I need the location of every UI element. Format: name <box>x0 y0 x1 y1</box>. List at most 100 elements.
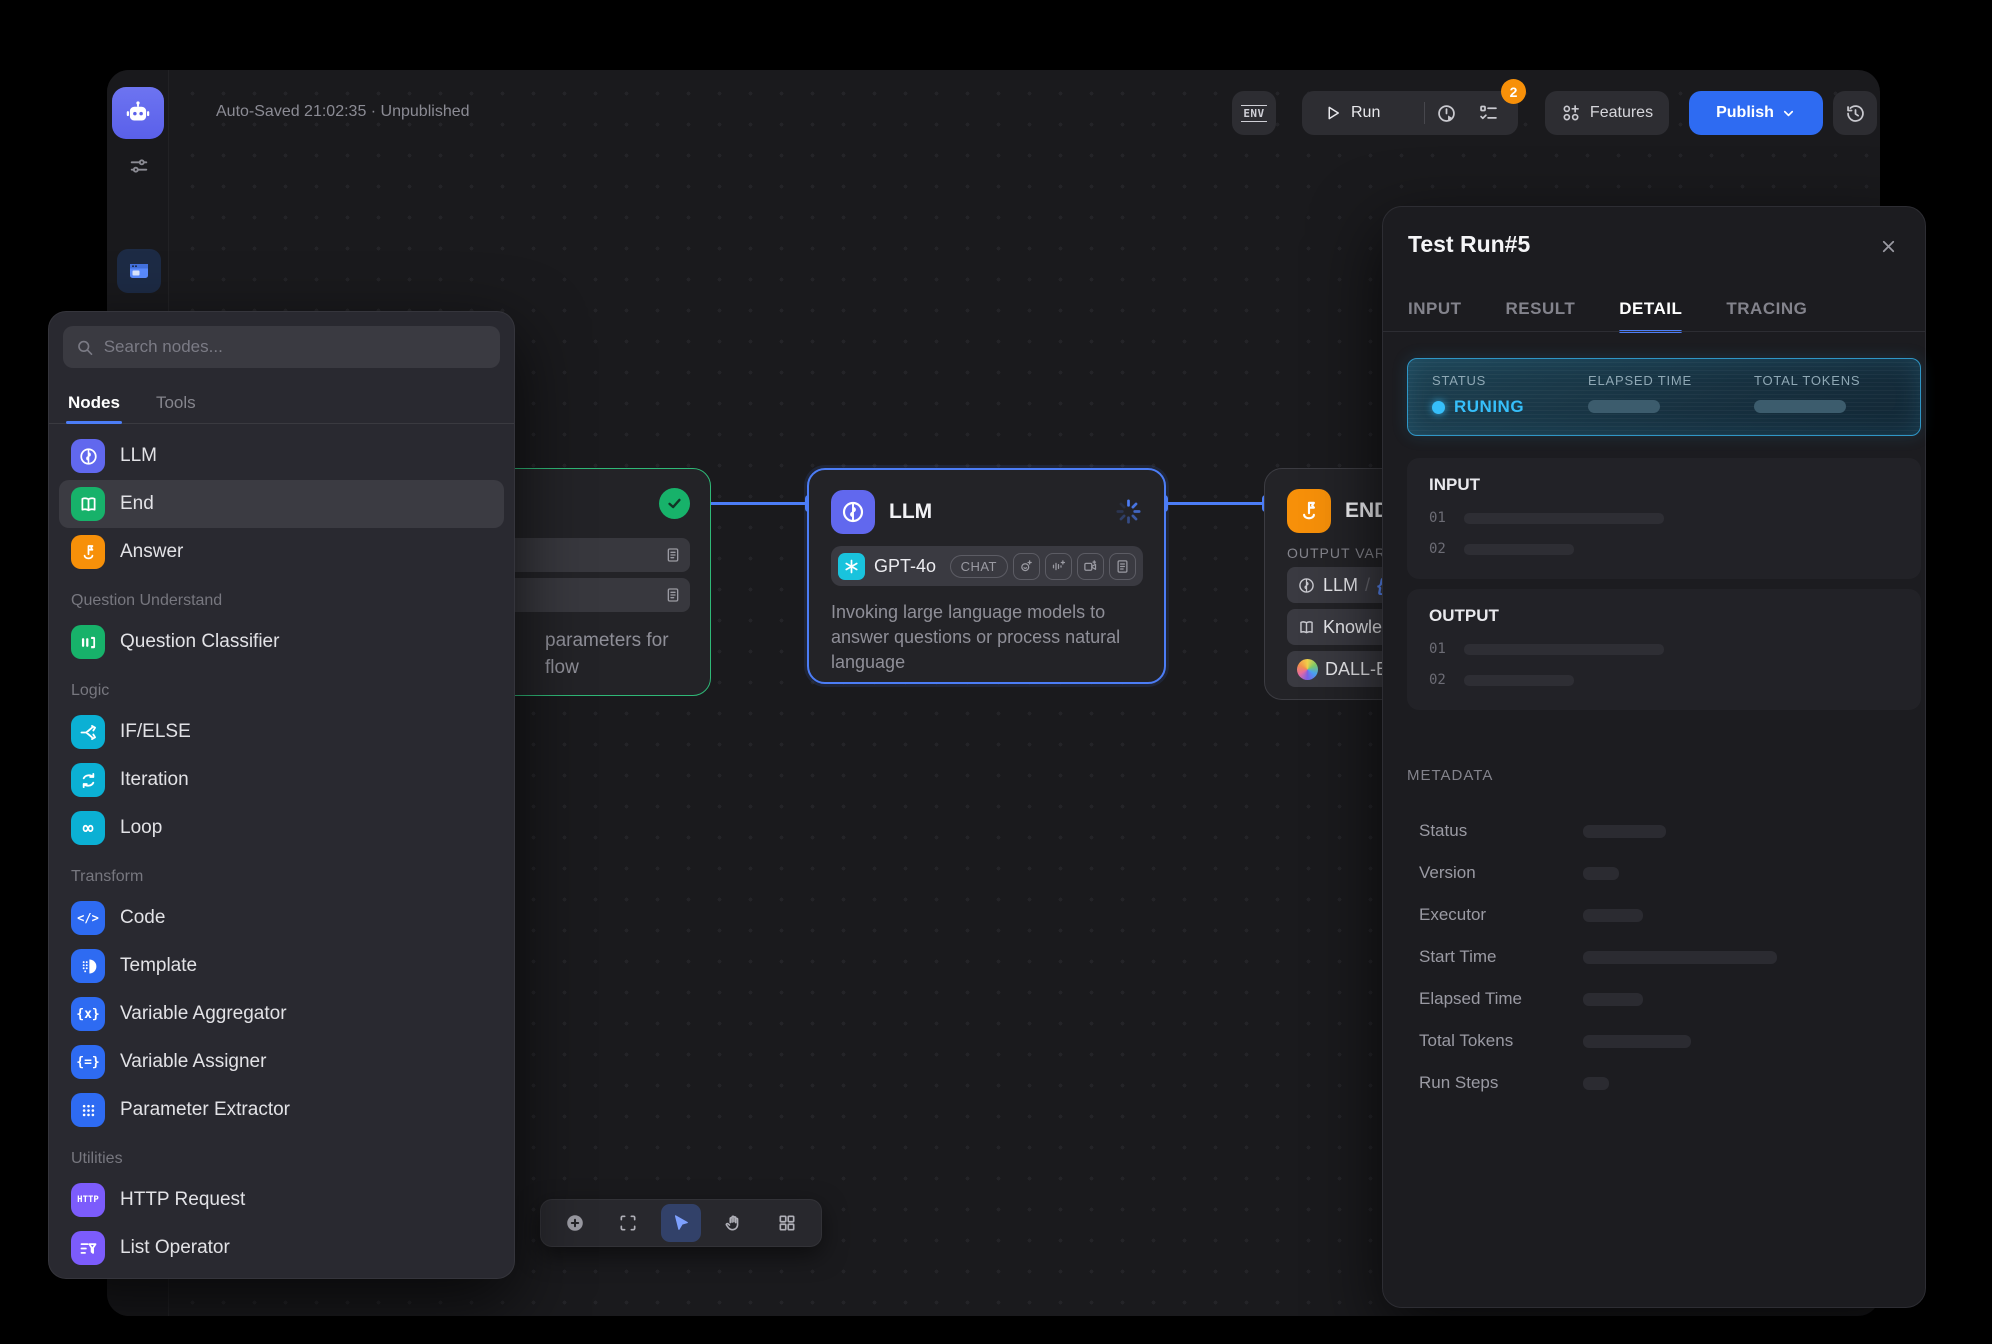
metadata-row: Start Time <box>1419 936 1901 978</box>
node-item-variable-assigner[interactable]: {=} Variable Assigner <box>59 1038 504 1086</box>
node-item-llm[interactable]: LLM <box>59 432 504 480</box>
node-item-label: End <box>120 493 154 515</box>
preferences-sliders-icon[interactable] <box>117 144 161 188</box>
run-panel-tabs: INPUT RESULT DETAIL TRACING <box>1408 299 1807 333</box>
run-button[interactable]: Run <box>1302 104 1424 122</box>
canvas-toolbar <box>540 1199 822 1247</box>
robot-app-icon[interactable] <box>112 87 164 139</box>
value-skeleton <box>1583 993 1643 1006</box>
autosave-status: Auto-Saved 21:02:35 · Unpublished <box>216 103 470 121</box>
node-item-http-request[interactable]: HTTP HTTP Request <box>59 1176 504 1224</box>
node-panel-tabs: Nodes Tools <box>49 382 514 424</box>
value-skeleton <box>1583 1077 1609 1090</box>
node-item-variable-aggregator[interactable]: {x} Variable Aggregator <box>59 990 504 1038</box>
node-item-parameter-extractor[interactable]: Parameter Extractor <box>59 1086 504 1134</box>
start-node-description: parameters for flow <box>545 627 669 681</box>
run-button-group: Run <box>1302 91 1518 135</box>
node-item-label: IF/ELSE <box>120 721 191 743</box>
metadata-label: Total Tokens <box>1419 1031 1583 1051</box>
chip-label: LLM <box>1323 575 1358 596</box>
tab-input[interactable]: INPUT <box>1408 299 1462 333</box>
search-input[interactable] <box>104 337 487 357</box>
value-skeleton <box>1583 867 1619 880</box>
chat-mode-badge: CHAT <box>950 555 1008 578</box>
running-spinner-icon <box>1115 498 1142 525</box>
play-icon <box>1324 104 1342 122</box>
edge-llm-to-end <box>1166 502 1264 505</box>
pointer-mode-button[interactable] <box>661 1204 701 1242</box>
node-picker-panel: Nodes Tools LLM End Answer Question Unde… <box>48 311 515 1279</box>
node-item-question-classifier[interactable]: Question Classifier <box>59 618 504 666</box>
node-item-loop[interactable]: ∞ Loop <box>59 804 504 852</box>
add-node-button[interactable] <box>555 1204 595 1242</box>
dalle-icon <box>1297 659 1318 680</box>
tab-nodes[interactable]: Nodes <box>68 382 120 423</box>
tab-detail[interactable]: DETAIL <box>1619 299 1682 333</box>
node-item-label: Variable Assigner <box>120 1051 266 1073</box>
elapsed-time-skeleton <box>1588 400 1660 413</box>
close-icon <box>1879 237 1898 256</box>
input-section-title: INPUT <box>1429 475 1899 495</box>
output-section-title: OUTPUT <box>1429 606 1899 626</box>
checklist-button[interactable] <box>1467 103 1509 124</box>
metadata-label: Run Steps <box>1419 1073 1583 1093</box>
value-skeleton <box>1464 544 1574 555</box>
branch-icon <box>71 715 105 749</box>
node-item-label: Loop <box>120 817 162 839</box>
llm-node-title: LLM <box>889 500 932 524</box>
env-variables-button[interactable]: ENV <box>1232 91 1276 135</box>
variable-equals-icon: {=} <box>71 1045 105 1079</box>
input-section: INPUT 01 02 <box>1407 458 1921 579</box>
list-filter-icon <box>71 1231 105 1265</box>
infinity-icon: ∞ <box>71 811 105 845</box>
value-skeleton <box>1464 675 1574 686</box>
stopwatch-icon <box>1436 103 1457 124</box>
cycle-icon <box>71 763 105 797</box>
divider <box>1383 331 1925 332</box>
elapsed-time-label: ELAPSED TIME <box>1588 373 1754 388</box>
capture-frame-icon <box>618 1213 638 1233</box>
tab-tracing[interactable]: TRACING <box>1726 299 1807 333</box>
add-note-button[interactable] <box>608 1204 648 1242</box>
version-history-button[interactable] <box>1833 91 1877 135</box>
node-search[interactable] <box>63 326 500 368</box>
row-index: 02 <box>1429 672 1446 688</box>
metadata-row: Executor <box>1419 894 1901 936</box>
node-item-iteration[interactable]: Iteration <box>59 756 504 804</box>
llm-node[interactable]: LLM GPT-4o CHAT <box>807 468 1166 684</box>
node-item-if-else[interactable]: IF/ELSE <box>59 708 504 756</box>
close-button[interactable] <box>1873 231 1903 261</box>
node-item-answer[interactable]: Answer <box>59 528 504 576</box>
node-item-label: Iteration <box>120 769 189 791</box>
value-skeleton <box>1464 513 1664 524</box>
metadata-row: Run Steps <box>1419 1062 1901 1104</box>
run-status-card: STATUS RUNING ELAPSED TIME TOTAL TOKENS <box>1407 358 1921 436</box>
run-label: Run <box>1351 104 1380 122</box>
node-item-code[interactable]: </> Code <box>59 894 504 942</box>
hand-mode-button[interactable] <box>714 1204 754 1242</box>
run-history-time-button[interactable] <box>1425 103 1467 124</box>
flag-icon <box>71 535 105 569</box>
value-skeleton <box>1583 1035 1691 1048</box>
node-item-end[interactable]: End <box>59 480 504 528</box>
tab-tools[interactable]: Tools <box>156 382 196 423</box>
total-tokens-skeleton <box>1754 400 1846 413</box>
video-capability-icon <box>1077 553 1104 580</box>
organize-nodes-button[interactable] <box>767 1204 807 1242</box>
hand-icon <box>724 1213 744 1233</box>
node-item-label: LLM <box>120 445 157 467</box>
run-panel-title: Test Run#5 <box>1408 231 1530 258</box>
model-selector[interactable]: GPT-4o CHAT <box>831 546 1143 586</box>
llm-node-description: Invoking large language models to answer… <box>831 600 1144 675</box>
node-item-list-operator[interactable]: List Operator <box>59 1224 504 1272</box>
workflow-panel-icon[interactable] <box>117 249 161 293</box>
tab-result[interactable]: RESULT <box>1506 299 1576 333</box>
publish-button[interactable]: Publish <box>1689 91 1823 135</box>
output-section: OUTPUT 01 02 <box>1407 589 1921 710</box>
node-item-template[interactable]: Template <box>59 942 504 990</box>
node-item-label: Variable Aggregator <box>120 1003 287 1025</box>
features-button[interactable]: Features <box>1545 91 1669 135</box>
status-dot <box>1432 401 1445 414</box>
chip-label: DALL-E <box>1325 659 1388 680</box>
dot-grid-icon <box>71 1093 105 1127</box>
